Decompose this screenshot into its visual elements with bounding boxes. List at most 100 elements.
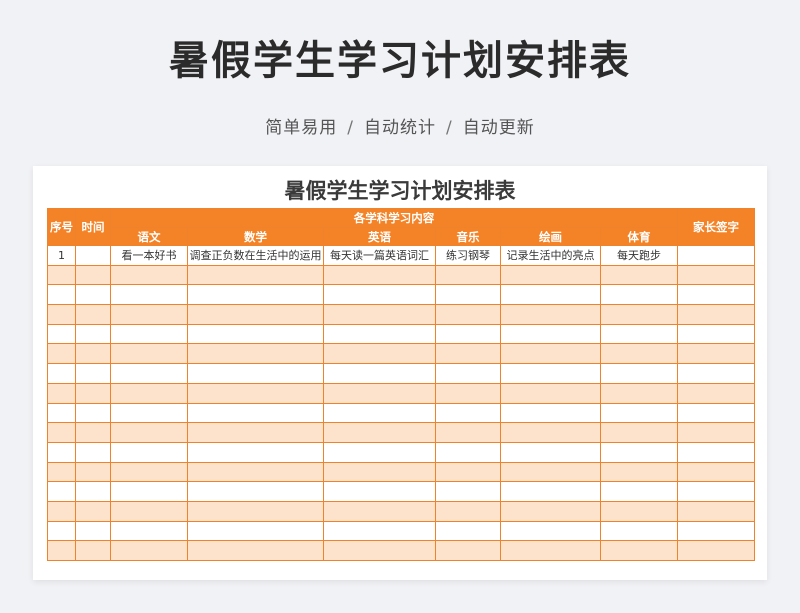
subtitle-separator: / bbox=[347, 118, 354, 138]
table-row bbox=[47, 461, 755, 483]
cell-music bbox=[435, 304, 501, 325]
table-row bbox=[47, 363, 755, 384]
cell-pe bbox=[600, 284, 678, 306]
cell-chinese bbox=[110, 481, 188, 502]
cell-music bbox=[435, 520, 501, 542]
cell-chinese bbox=[110, 382, 188, 404]
cell-pe bbox=[600, 481, 678, 502]
cell-pe bbox=[600, 540, 678, 561]
cell-index: 1 bbox=[47, 245, 76, 266]
cell-english bbox=[323, 382, 436, 404]
cell-chinese bbox=[110, 520, 188, 542]
header-painting: 绘画 bbox=[500, 227, 601, 246]
cell-time bbox=[75, 520, 111, 542]
cell-math bbox=[187, 363, 324, 384]
plan-table: 序号 时间 各学科学习内容 家长签字 语文 数学 英语 音乐 绘画 体育 1 看… bbox=[47, 208, 755, 561]
cell-pe bbox=[600, 264, 678, 286]
cell-index bbox=[47, 343, 76, 365]
cell-pe bbox=[600, 382, 678, 404]
cell-index bbox=[47, 540, 76, 561]
cell-music: 练习钢琴 bbox=[435, 245, 501, 266]
cell-math bbox=[187, 441, 324, 463]
cell-english bbox=[323, 323, 436, 345]
cell-index bbox=[47, 402, 76, 424]
cell-time bbox=[75, 323, 111, 345]
cell-painting: 记录生活中的亮点 bbox=[500, 245, 601, 266]
sheet-title: 暑假学生学习计划安排表 bbox=[284, 179, 516, 203]
cell-signature bbox=[677, 245, 755, 266]
table-row bbox=[47, 500, 755, 522]
cell-time bbox=[75, 382, 111, 404]
cell-chinese bbox=[110, 500, 188, 522]
cell-english bbox=[323, 422, 436, 443]
cell-index bbox=[47, 363, 76, 384]
cell-pe: 每天跑步 bbox=[600, 245, 678, 266]
cell-painting bbox=[500, 382, 601, 404]
cell-english bbox=[323, 441, 436, 463]
cell-signature bbox=[677, 441, 755, 463]
subtitle-separator: / bbox=[446, 118, 453, 138]
cell-pe bbox=[600, 402, 678, 424]
cell-english bbox=[323, 520, 436, 542]
cell-time bbox=[75, 304, 111, 325]
cell-english bbox=[323, 264, 436, 286]
cell-chinese bbox=[110, 264, 188, 286]
cell-signature bbox=[677, 540, 755, 561]
spreadsheet-preview: 暑假学生学习计划安排表 序号 时间 各学科学习内容 家长签字 语文 数学 英语 … bbox=[33, 166, 767, 580]
table-row bbox=[47, 284, 755, 306]
cell-index bbox=[47, 422, 76, 443]
cell-painting bbox=[500, 441, 601, 463]
cell-chinese bbox=[110, 363, 188, 384]
cell-math bbox=[187, 304, 324, 325]
cell-pe bbox=[600, 520, 678, 542]
cell-math bbox=[187, 343, 324, 365]
cell-music bbox=[435, 481, 501, 502]
cell-index bbox=[47, 264, 76, 286]
cell-math bbox=[187, 481, 324, 502]
cell-index bbox=[47, 461, 76, 483]
cell-music bbox=[435, 402, 501, 424]
cell-math bbox=[187, 461, 324, 483]
cell-signature bbox=[677, 363, 755, 384]
cell-signature bbox=[677, 520, 755, 542]
header-english: 英语 bbox=[323, 227, 436, 246]
cell-math bbox=[187, 520, 324, 542]
cell-pe bbox=[600, 441, 678, 463]
cell-math bbox=[187, 284, 324, 306]
table-row bbox=[47, 402, 755, 424]
cell-time bbox=[75, 540, 111, 561]
subtitle-item: 自动统计 bbox=[364, 118, 436, 138]
cell-music bbox=[435, 284, 501, 306]
cell-painting bbox=[500, 481, 601, 502]
cell-chinese bbox=[110, 323, 188, 345]
cell-math bbox=[187, 402, 324, 424]
table-row bbox=[47, 520, 755, 542]
table-row bbox=[47, 540, 755, 561]
cell-chinese bbox=[110, 422, 188, 443]
cell-time bbox=[75, 461, 111, 483]
cell-chinese bbox=[110, 540, 188, 561]
page-title: 暑假学生学习计划安排表 bbox=[169, 38, 631, 84]
cell-signature bbox=[677, 500, 755, 522]
cell-signature bbox=[677, 481, 755, 502]
table-row bbox=[47, 304, 755, 325]
header-parent-signature: 家长签字 bbox=[677, 208, 755, 246]
cell-english bbox=[323, 304, 436, 325]
header-pe: 体育 bbox=[600, 227, 678, 246]
cell-painting bbox=[500, 500, 601, 522]
cell-chinese: 看一本好书 bbox=[110, 245, 188, 266]
cell-signature bbox=[677, 304, 755, 325]
table-row bbox=[47, 343, 755, 365]
cell-painting bbox=[500, 343, 601, 365]
cell-music bbox=[435, 422, 501, 443]
cell-time bbox=[75, 284, 111, 306]
cell-pe bbox=[600, 304, 678, 325]
cell-math bbox=[187, 422, 324, 443]
cell-painting bbox=[500, 520, 601, 542]
cell-music bbox=[435, 363, 501, 384]
cell-pe bbox=[600, 500, 678, 522]
header-index: 序号 bbox=[47, 208, 76, 246]
cell-time bbox=[75, 245, 111, 266]
cell-signature bbox=[677, 461, 755, 483]
cell-english bbox=[323, 540, 436, 561]
